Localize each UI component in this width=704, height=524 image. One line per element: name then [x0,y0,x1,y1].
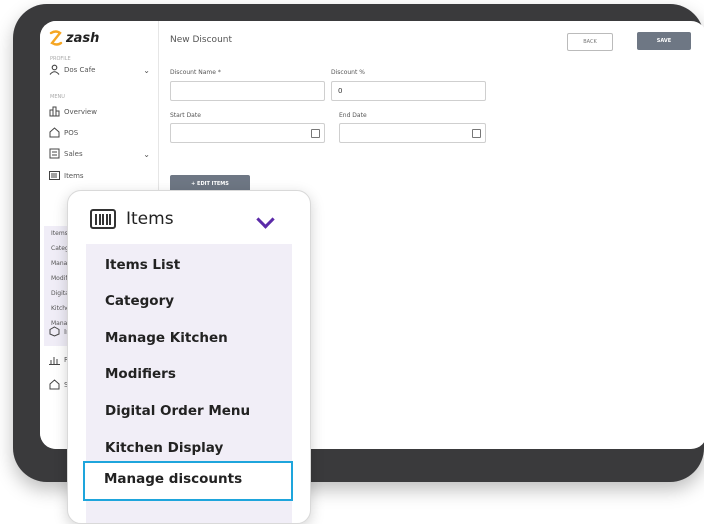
chevron-down-icon[interactable]: ⌄ [143,66,150,75]
end-date-label: End Date [339,112,367,119]
discount-name-field[interactable] [170,81,325,101]
chevron-down-icon[interactable] [256,210,275,229]
menu-item-manage-kitchen[interactable]: Manage Kitchen [105,330,228,346]
section-profile: PROFILE [50,56,71,62]
start-date-label: Start Date [170,112,201,119]
sidebar-item-label: Items [64,171,84,180]
logo: zash [49,30,99,46]
sales-icon [49,148,60,159]
back-button[interactable]: BACK [567,33,613,51]
sidebar-item-pos[interactable]: POS [49,127,78,138]
sidebar-item-label: POS [64,128,79,137]
end-date-field[interactable] [339,123,486,143]
store-name: Dos Cafe [64,65,96,74]
menu-item-label: Manage discounts [104,471,243,487]
items-menu-popup: Items Items List Category Manage Kitchen… [67,190,311,524]
reports-icon [49,357,60,365]
menu-item-modifiers[interactable]: Modifiers [105,366,176,382]
menu-item-digital-order-menu[interactable]: Digital Order Menu [105,403,250,419]
save-button[interactable]: SAVE [637,32,691,50]
brand-name: zash [66,30,100,46]
items-menu-title: Items [126,209,174,229]
start-date-field[interactable] [170,123,325,143]
sidebar-item-items[interactable]: Items [49,170,84,181]
chevron-down-icon[interactable]: ⌄ [143,150,150,159]
store-icon [49,379,60,390]
sidebar-item-label: Overview [64,107,97,116]
home-icon [49,127,60,138]
barcode-icon [49,171,60,180]
discount-name-label: Discount Name * [170,69,221,76]
menu-item-manage-discounts[interactable]: Manage discounts [83,461,293,501]
barcode-icon [90,209,116,229]
items-menu-header[interactable]: Items [90,209,174,229]
overview-icon [49,106,60,117]
user-icon [49,64,60,75]
inventory-icon [49,326,60,337]
calendar-icon[interactable] [472,129,481,138]
store-selector[interactable]: Dos Cafe [49,64,96,75]
section-menu: MENU [50,94,65,100]
zash-logo-icon [49,30,63,46]
sidebar-item-sales[interactable]: Sales [49,148,83,159]
menu-item-items-list[interactable]: Items List [105,257,180,273]
discount-percent-label: Discount % [331,69,365,76]
menu-item-kitchen-display[interactable]: Kitchen Display [105,440,223,456]
discount-percent-field[interactable]: 0 [331,81,486,101]
sidebar-item-label: Sales [64,149,83,158]
menu-item-category[interactable]: Category [105,293,174,309]
calendar-icon[interactable] [311,129,320,138]
sidebar-item-overview[interactable]: Overview [49,106,97,117]
page-title: New Discount [170,35,233,45]
